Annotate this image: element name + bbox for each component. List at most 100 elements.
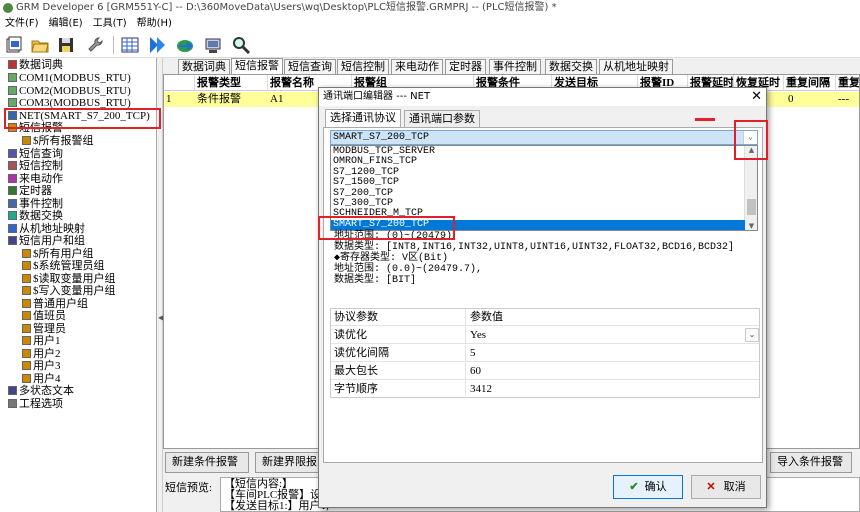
protocol-option[interactable]: S7_1500_TCP [331, 178, 745, 189]
open-icon[interactable] [30, 35, 50, 55]
tree-item[interactable]: 普通用户组 [22, 298, 88, 310]
tree-item[interactable]: 短信用户和组 [8, 235, 85, 247]
chevron-down-icon[interactable]: ⌄ [745, 328, 759, 342]
tree-node-icon [8, 186, 17, 195]
tree-item[interactable]: 短信查询 [8, 148, 63, 160]
tree-item[interactable]: $所有报警组 [22, 135, 94, 147]
protocol-option[interactable]: SMART_S7_200_TCP [331, 220, 745, 230]
table-row[interactable]: 最大包长 60 [331, 363, 759, 380]
tree-item[interactable]: 来电动作 [8, 173, 63, 185]
tab-port-params[interactable]: 通讯端口参数 [404, 110, 480, 127]
tree-item[interactable]: 用户4 [22, 373, 61, 385]
tree-item[interactable]: 值班员 [22, 310, 66, 322]
tree-item[interactable]: 数据交换 [8, 210, 63, 222]
tab-6[interactable]: 事件控制 [489, 59, 541, 74]
protocol-select[interactable]: SMART_S7_200_TCP ⌄ [330, 130, 758, 145]
scroll-up-icon[interactable]: ▲ [745, 146, 757, 154]
tree-item[interactable]: 用户1 [22, 335, 61, 347]
grid-col-repeat[interactable]: 重复 [836, 75, 859, 91]
tree-item[interactable]: $写入变量用户组 [22, 285, 116, 297]
tab-8[interactable]: 从机地址映射 [599, 59, 673, 74]
tab-3[interactable]: 短信控制 [337, 59, 389, 74]
dialog-title: 通讯端口编辑器 --- NET [323, 91, 431, 102]
save-icon[interactable] [56, 35, 76, 55]
chevron-down-icon[interactable]: ⌄ [743, 131, 757, 144]
download-icon[interactable] [203, 35, 223, 55]
tab-1[interactable]: 短信报警 [231, 58, 283, 74]
search-icon[interactable] [231, 35, 251, 55]
tree-item[interactable]: 短信报警 [8, 122, 63, 134]
upload-icon[interactable] [175, 35, 195, 55]
wrench-icon[interactable] [86, 35, 106, 55]
row-index: 1 [166, 93, 172, 105]
tree-item[interactable]: 从机地址映射 [8, 223, 85, 235]
menu-edit[interactable]: 编辑(E) [44, 16, 88, 32]
tree-item-label: 用户3 [33, 360, 61, 372]
tab-0[interactable]: 数据词典 [178, 59, 230, 74]
close-icon[interactable]: ✕ [751, 88, 762, 106]
tree-item[interactable]: 数据词典 [8, 59, 63, 71]
tree-item[interactable]: COM2(MODBUS_RTU) [8, 85, 131, 97]
table-row[interactable]: 字节顺序 3412 [331, 381, 759, 398]
table-row[interactable]: 读优化 Yes ⌄ [331, 327, 759, 344]
toolbar-separator [113, 36, 114, 54]
menu-tools[interactable]: 工具(T) [88, 16, 132, 32]
tree-item-label: $写入变量用户组 [33, 285, 116, 297]
tab-2[interactable]: 短信查询 [284, 59, 336, 74]
confirm-label: 确认 [644, 481, 667, 493]
tree-item-label: $所有用户组 [33, 248, 94, 260]
menu-file[interactable]: 文件(F) [0, 16, 44, 32]
protocol-option[interactable]: S7_200_TCP [331, 188, 745, 200]
tree-item[interactable]: 定时器 [8, 185, 52, 197]
new-icon[interactable] [4, 35, 24, 55]
tree-item-label: 短信控制 [19, 160, 63, 172]
tree-item[interactable]: 用户3 [22, 360, 61, 372]
row-name: A1 [270, 93, 284, 105]
toolbar [0, 32, 860, 58]
run-icon[interactable] [147, 35, 167, 55]
dropdown-scrollbar[interactable]: ▲ ▼ [744, 146, 757, 230]
new-limit-alarm-button[interactable]: 新建界限报 [255, 452, 325, 473]
param-value[interactable]: Yes [467, 327, 759, 344]
tree-item[interactable]: $读取变量用户组 [22, 273, 116, 285]
confirm-button[interactable]: ✔ 确认 [613, 475, 683, 499]
tree-item[interactable]: 工程选项 [8, 398, 63, 410]
menu-help[interactable]: 帮助(H) [132, 16, 177, 32]
protocol-dropdown-list[interactable]: ▲ ▼ MODBUS_TCP_SERVER OMRON_FINS_TCP S7_12… [330, 145, 758, 231]
tab-select-protocol[interactable]: 选择通讯协议 [325, 109, 401, 127]
tab-5[interactable]: 定时器 [445, 59, 486, 74]
tree-item[interactable]: COM1(MODBUS_RTU) [8, 72, 131, 84]
tab-4[interactable]: 来电动作 [391, 59, 443, 74]
param-value[interactable]: 5 [467, 345, 759, 362]
tree-item[interactable]: $所有用户组 [22, 248, 94, 260]
param-value[interactable]: 3412 [467, 381, 759, 398]
tree-node-icon [22, 286, 31, 295]
tree-item[interactable]: 短信控制 [8, 160, 63, 172]
tab-7[interactable]: 数据交换 [545, 59, 597, 74]
grid-col-interval[interactable]: 重复间隔 [784, 75, 836, 91]
tree-item[interactable]: COM3(MODBUS_RTU) [8, 97, 131, 109]
tree-node-icon [22, 249, 31, 258]
tree-node-icon [22, 349, 31, 358]
grid-col-type[interactable]: 报警类型 [195, 75, 268, 91]
tree-item[interactable]: 管理员 [22, 323, 66, 335]
tree-item[interactable]: $系统管理员组 [22, 260, 105, 272]
param-value[interactable]: 60 [467, 363, 759, 380]
tree-item[interactable]: 用户2 [22, 348, 61, 360]
grid-icon[interactable] [120, 35, 140, 55]
cancel-button[interactable]: ✕ 取消 [691, 475, 761, 499]
tree-item[interactable]: 事件控制 [8, 198, 63, 210]
dialog-panel: SMART_S7_200_TCP ⌄ ▲ ▼ MODBUS_TCP_SERVER… [323, 127, 763, 463]
dialog-title-bar: 通讯端口编辑器 --- NET ✕ [319, 88, 766, 106]
scroll-thumb[interactable] [747, 199, 756, 215]
scroll-down-icon[interactable]: ▼ [745, 222, 757, 230]
new-condition-alarm-button[interactable]: 新建条件报警 [165, 452, 249, 473]
table-row[interactable]: 读优化间隔 5 [331, 345, 759, 362]
tree-item[interactable]: NET(SMART_S7_200_TCP) [8, 110, 150, 122]
tree-node-icon [8, 224, 17, 233]
tree-node-icon [8, 123, 17, 132]
tree-item-label: 数据词典 [19, 59, 63, 71]
tree-node-icon [8, 149, 17, 158]
tree-item[interactable]: 多状态文本 [8, 385, 74, 397]
import-condition-alarm-button[interactable]: 导入条件报警 [770, 452, 852, 473]
